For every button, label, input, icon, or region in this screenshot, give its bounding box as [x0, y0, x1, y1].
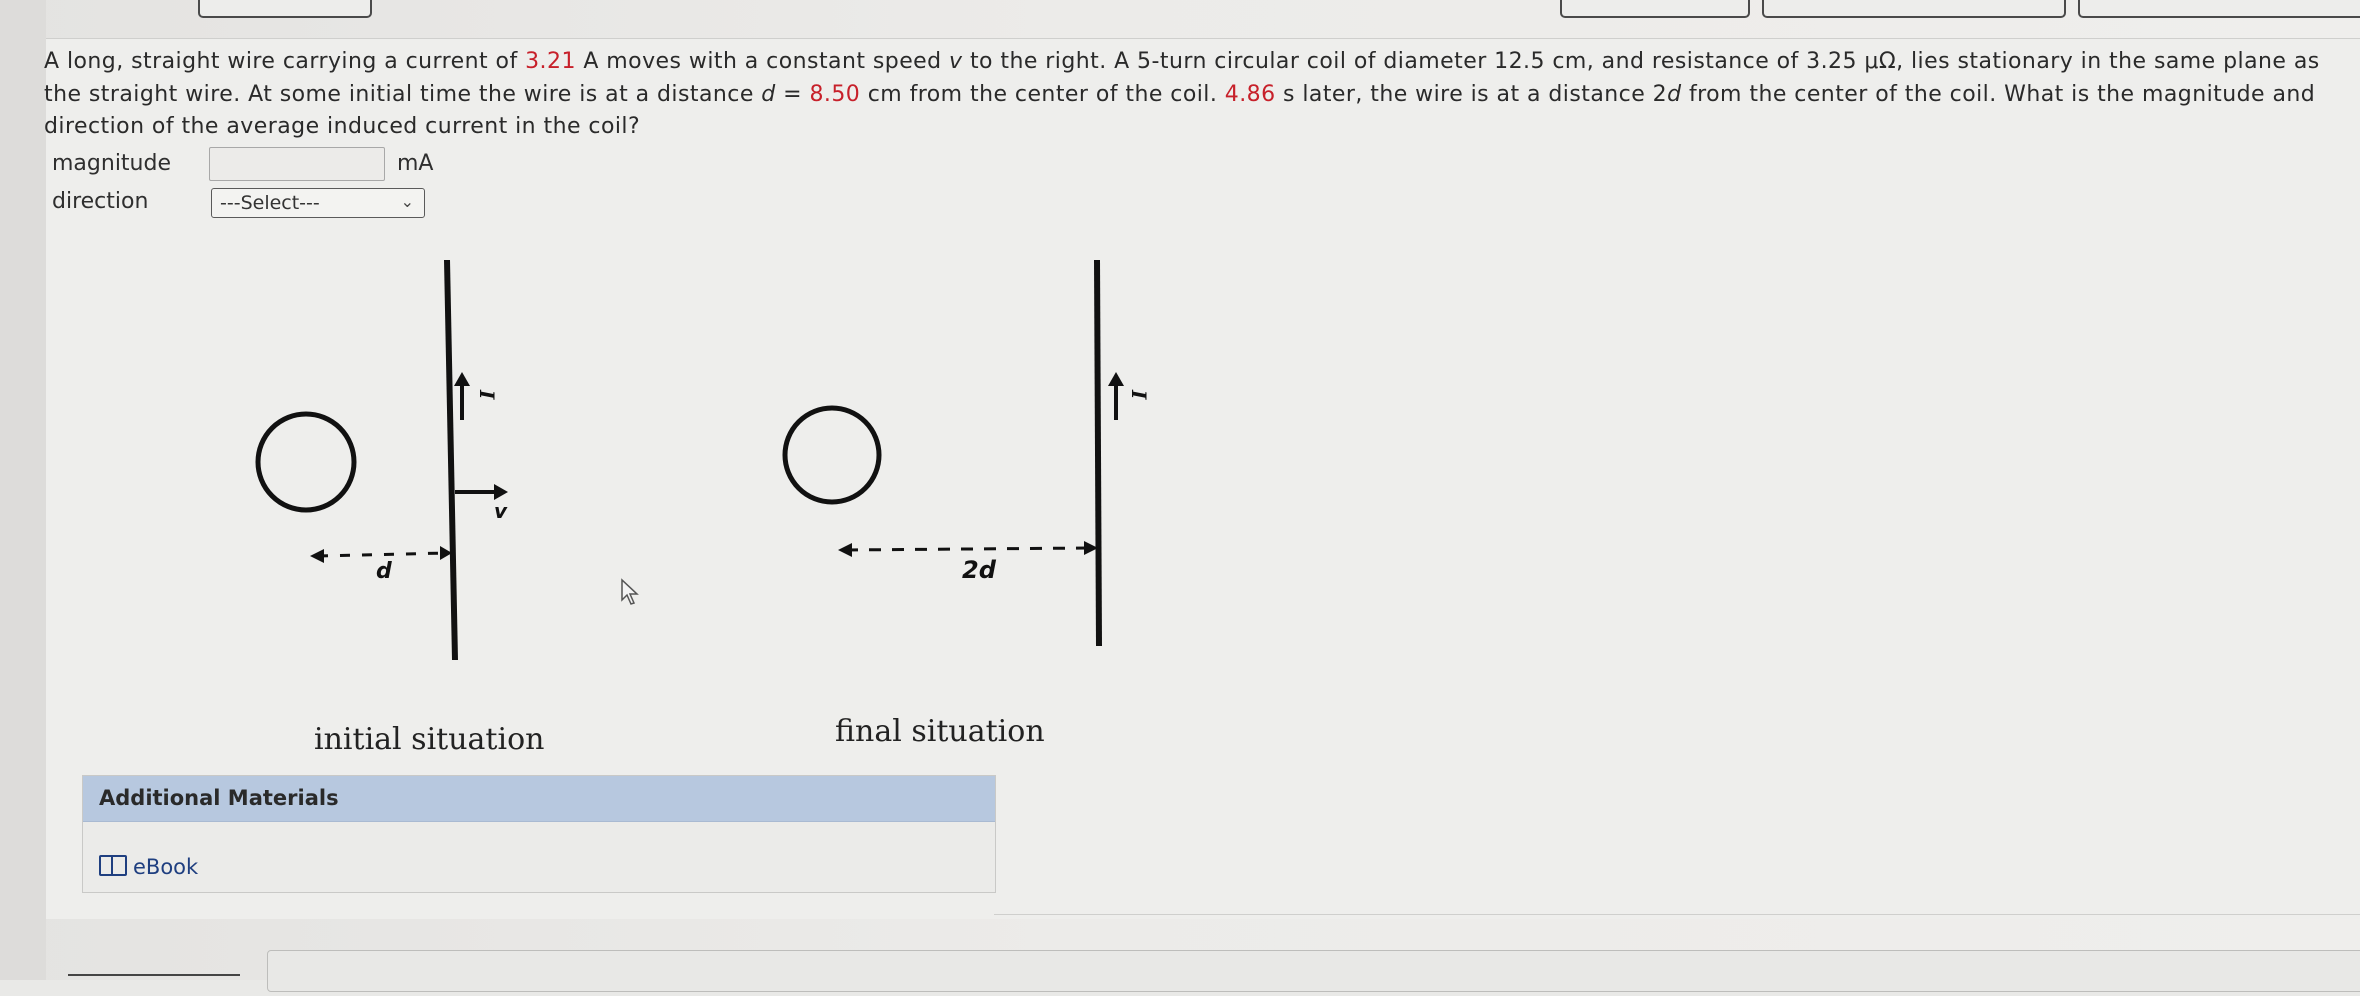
initial-velocity-label: v [494, 499, 508, 523]
final-situation-figure: I 2d [782, 259, 1151, 647]
section-divider [994, 914, 2360, 915]
book-icon [99, 855, 127, 876]
additional-materials-panel: Additional Materials eBook [82, 775, 996, 893]
final-wire [1094, 259, 1102, 647]
ebook-label: eBook [133, 855, 199, 879]
final-coil [782, 405, 882, 505]
mouse-cursor-icon [621, 578, 639, 605]
bottom-button[interactable] [68, 974, 240, 996]
final-distance-dashes [845, 546, 1091, 552]
initial-current-label: I [475, 389, 499, 400]
initial-situation-figure: I v d [255, 259, 508, 661]
initial-coil [255, 411, 357, 513]
final-current-label: I [1127, 389, 1151, 400]
initial-distance-dashes [317, 551, 447, 558]
additional-materials-header: Additional Materials [83, 776, 995, 822]
final-distance-label: 2d [962, 556, 997, 584]
initial-situation-caption: initial situation [314, 722, 545, 757]
next-question-panel [267, 950, 2360, 992]
initial-distance-label: d [376, 559, 392, 584]
ebook-link[interactable]: eBook [99, 855, 198, 879]
initial-wire [444, 259, 458, 661]
final-situation-caption: final situation [835, 714, 1045, 749]
